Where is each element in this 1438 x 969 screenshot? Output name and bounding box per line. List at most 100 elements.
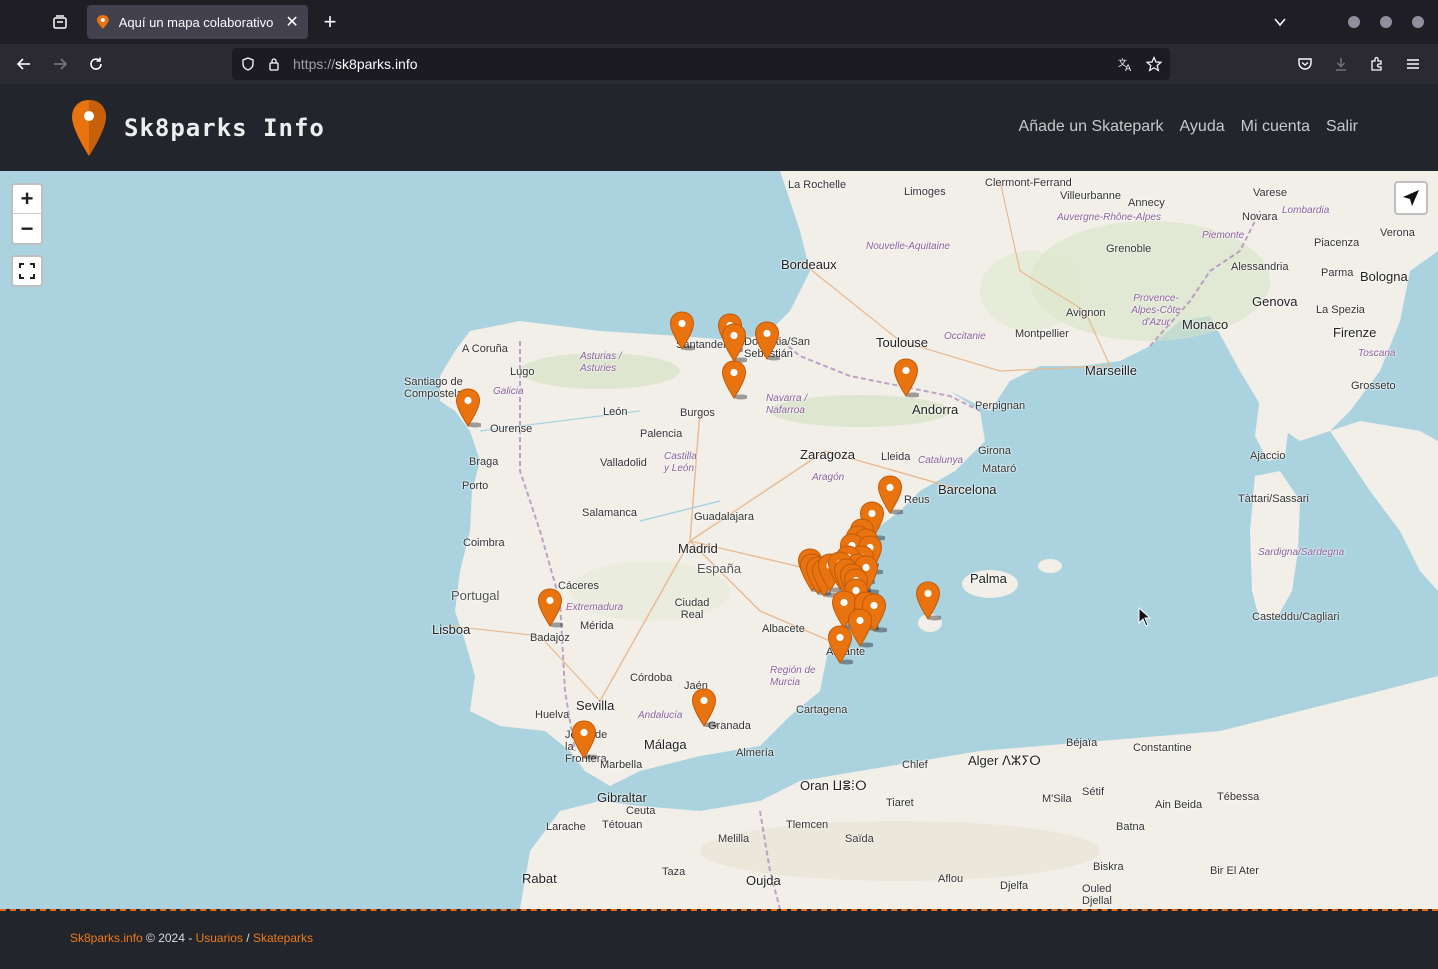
- map-label: Ciudad Real: [674, 597, 710, 621]
- map-label: Palma: [970, 571, 1007, 586]
- skatepark-marker-icon[interactable]: [754, 321, 780, 361]
- map-label: Limoges: [904, 186, 946, 198]
- map-label: M'Sila: [1042, 793, 1072, 805]
- pocket-icon[interactable]: [1291, 50, 1319, 78]
- map-label: Andalucía: [638, 710, 683, 721]
- downloads-icon[interactable]: [1327, 50, 1355, 78]
- reload-icon[interactable]: [82, 50, 110, 78]
- map-label: Catalunya: [918, 455, 964, 466]
- map-label: Lisboa: [432, 622, 471, 637]
- minimize-icon[interactable]: [1348, 16, 1360, 28]
- map-label: Grenoble: [1106, 243, 1152, 255]
- map-label: Galicia: [493, 386, 524, 397]
- new-tab-icon[interactable]: +: [316, 8, 344, 36]
- map-label: Andorra: [912, 402, 959, 417]
- map-label: Portugal: [451, 588, 500, 603]
- map-label: Batna: [1116, 821, 1145, 833]
- map-label: Saïda: [845, 833, 874, 845]
- footer-site-link[interactable]: Sk8parks.info: [70, 931, 143, 945]
- skatepark-marker-icon[interactable]: [915, 581, 941, 621]
- map-label: Gibraltar: [597, 790, 647, 805]
- map-label: Reus: [904, 494, 930, 506]
- skatepark-marker-icon[interactable]: [827, 625, 853, 665]
- map-label: Firenze: [1333, 325, 1377, 340]
- map-label: Toscana: [1358, 348, 1396, 359]
- location-arrow-icon: [1403, 190, 1419, 206]
- skatepark-marker-icon[interactable]: [721, 323, 747, 363]
- shield-icon[interactable]: [238, 54, 258, 74]
- map-label: Coimbra: [463, 537, 505, 549]
- map-label: Región de Murcia: [770, 665, 816, 688]
- map-label: Navarra / Nafarroa: [766, 393, 808, 416]
- menu-help[interactable]: Ayuda: [1180, 118, 1225, 136]
- zoom-in-button[interactable]: +: [13, 185, 41, 214]
- tab-list-icon[interactable]: [46, 8, 74, 36]
- maximize-icon[interactable]: [1380, 16, 1392, 28]
- map-label: Biskra: [1093, 861, 1124, 873]
- browser-tab-bar: Aquí un mapa colaborativo ✕ +: [0, 0, 1438, 44]
- map-label: Villeurbanne: [1060, 190, 1121, 202]
- back-icon[interactable]: [10, 50, 38, 78]
- map-label: Varese: [1253, 187, 1288, 199]
- extensions-icon[interactable]: [1363, 50, 1391, 78]
- map-label: Castilla y León: [664, 451, 697, 474]
- menu-add-skatepark[interactable]: Añade un Skatepark: [1019, 118, 1164, 136]
- menu-my-account[interactable]: Mi cuenta: [1241, 118, 1310, 136]
- map-label: Provence-Alpes-Côte d'Azur: [1131, 293, 1181, 328]
- map-label: Piacenza: [1314, 237, 1360, 249]
- close-window-icon[interactable]: [1412, 16, 1424, 28]
- footer-users-link[interactable]: Usuarios: [196, 931, 243, 945]
- map-label: Palencia: [640, 428, 683, 440]
- tab-close-icon[interactable]: ✕: [284, 12, 300, 32]
- forward-icon[interactable]: [46, 50, 74, 78]
- translate-icon[interactable]: 文A: [1116, 54, 1136, 74]
- brand[interactable]: Sk8parks Info: [70, 98, 325, 158]
- map-label: Extremadura: [566, 602, 624, 613]
- skatepark-marker-icon[interactable]: [893, 358, 919, 398]
- chevron-down-icon[interactable]: [1266, 8, 1294, 36]
- menu-hamburger-icon[interactable]: [1399, 50, 1427, 78]
- map-label: Clermont-Ferrand: [985, 177, 1072, 189]
- skatepark-marker-icon[interactable]: [669, 311, 695, 351]
- bookmark-star-icon[interactable]: [1144, 54, 1164, 74]
- skatepark-marker-icon[interactable]: [571, 720, 597, 760]
- map-label: Tàttari/Sassari: [1238, 493, 1309, 505]
- map-label: Novara: [1242, 211, 1278, 223]
- url-host: sk8parks.info: [335, 56, 418, 72]
- lock-icon[interactable]: [264, 54, 284, 74]
- url-bar[interactable]: https://sk8parks.info 文A: [232, 48, 1170, 80]
- map-label: Málaga: [644, 737, 687, 752]
- zoom-control: + −: [11, 183, 43, 245]
- map-label: Alessandria: [1231, 261, 1289, 273]
- map-label: Bordeaux: [781, 257, 837, 272]
- map-label: Oran ⵡⴻⵂⵔ: [800, 778, 867, 793]
- map-label: Ouled Djellal: [1082, 883, 1112, 907]
- map-label: Mataró: [982, 463, 1017, 475]
- fullscreen-button[interactable]: [11, 255, 43, 287]
- menu-logout[interactable]: Salir: [1326, 118, 1358, 136]
- map-label: Toulouse: [876, 335, 929, 350]
- skatepark-marker-icon[interactable]: [455, 388, 481, 428]
- footer-separator: /: [242, 931, 253, 945]
- footer-skateparks-link[interactable]: Skateparks: [253, 931, 313, 945]
- map-label: Badajoz: [530, 632, 570, 644]
- map-label: Béjaïa: [1066, 737, 1098, 749]
- map[interactable]: Bordeaux Toulouse Marseille Monaco Genov…: [0, 171, 1438, 909]
- map-label: Montpellier: [1015, 328, 1069, 340]
- brand-name: Sk8parks Info: [124, 114, 325, 142]
- map-label: Chlef: [902, 759, 928, 771]
- zoom-out-button[interactable]: −: [13, 214, 41, 243]
- map-label: Piemonte: [1202, 230, 1245, 241]
- footer-text: Sk8parks.info © 2024 - Usuarios / Skatep…: [70, 931, 313, 945]
- map-label: Ceuta: [626, 805, 656, 817]
- map-label: Mérida: [580, 620, 614, 632]
- map-label: Auvergne-Rhône-Alpes: [1057, 212, 1161, 223]
- skatepark-marker-icon[interactable]: [691, 688, 717, 728]
- map-label: Sardigna/Sardegna: [1258, 547, 1345, 558]
- skatepark-marker-icon[interactable]: [721, 360, 747, 400]
- mouse-cursor-icon: [1138, 607, 1152, 627]
- locate-button[interactable]: [1394, 181, 1428, 215]
- skatepark-marker-icon[interactable]: [537, 588, 563, 628]
- map-label: Asturias / Asturies: [580, 351, 622, 374]
- active-tab[interactable]: Aquí un mapa colaborativo ✕: [87, 5, 308, 39]
